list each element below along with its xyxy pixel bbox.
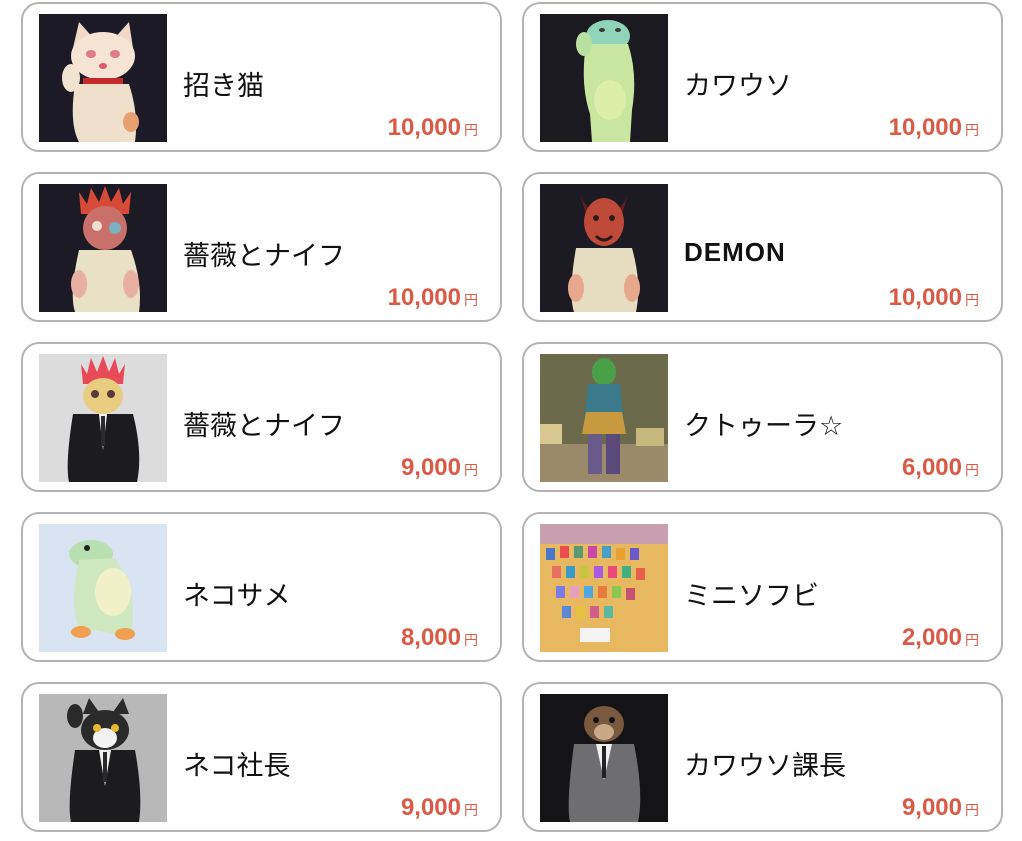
product-card[interactable]: DEMON 10,000 円: [522, 172, 1003, 322]
product-price: 10,000 円: [888, 114, 979, 141]
product-price: 8,000 円: [400, 624, 478, 651]
maneki-neko-figure-photo: [39, 14, 167, 142]
product-card[interactable]: クトゥーラ☆ 6,000 円: [522, 342, 1003, 492]
rose-head-suit-figure-photo: [39, 354, 167, 482]
product-name: 薔薇とナイフ: [183, 241, 345, 272]
product-card[interactable]: ネコ社長 9,000 円: [21, 682, 502, 832]
product-name: ネコサメ: [183, 581, 291, 612]
product-name: クトゥーラ☆: [684, 411, 844, 442]
product-name: カワウソ: [684, 71, 792, 102]
rose-head-figure-photo: [39, 184, 167, 312]
product-card[interactable]: カワウソ 10,000 円: [522, 2, 1003, 152]
product-name: 薔薇とナイフ: [183, 411, 345, 442]
product-card[interactable]: 薔薇とナイフ 9,000 円: [21, 342, 502, 492]
product-card[interactable]: カワウソ課長 9,000 円: [522, 682, 1003, 832]
mini-sofubi-collection-photo: [540, 524, 668, 652]
product-price: 6,000 円: [901, 454, 979, 481]
product-grid: 招き猫 10,000 円 カワウソ 10,000 円 薔薇とナイフ 10,000…: [21, 2, 1003, 832]
product-card[interactable]: 招き猫 10,000 円: [21, 2, 502, 152]
product-price: 10,000 円: [387, 284, 478, 311]
product-price: 9,000 円: [400, 794, 478, 821]
product-name: DEMON: [684, 237, 786, 267]
product-card[interactable]: ネコサメ 8,000 円: [21, 512, 502, 662]
otter-manager-figure-photo: [540, 694, 668, 822]
product-card[interactable]: ミニソフビ 2,000 円: [522, 512, 1003, 662]
cat-boss-figure-photo: [39, 694, 167, 822]
product-name: 招き猫: [183, 71, 264, 102]
product-price: 9,000 円: [400, 454, 478, 481]
product-name: カワウソ課長: [684, 751, 846, 782]
product-price: 9,000 円: [901, 794, 979, 821]
product-price: 2,000 円: [901, 624, 979, 651]
demon-figure-photo: [540, 184, 668, 312]
cthulhu-figure-photo: [540, 354, 668, 482]
product-card[interactable]: 薔薇とナイフ 10,000 円: [21, 172, 502, 322]
product-price: 10,000 円: [888, 284, 979, 311]
product-price: 10,000 円: [387, 114, 478, 141]
product-name: ミニソフビ: [684, 581, 819, 612]
product-name: ネコ社長: [183, 751, 291, 782]
neko-shark-figure-photo: [39, 524, 167, 652]
otter-figure-photo: [540, 14, 668, 142]
